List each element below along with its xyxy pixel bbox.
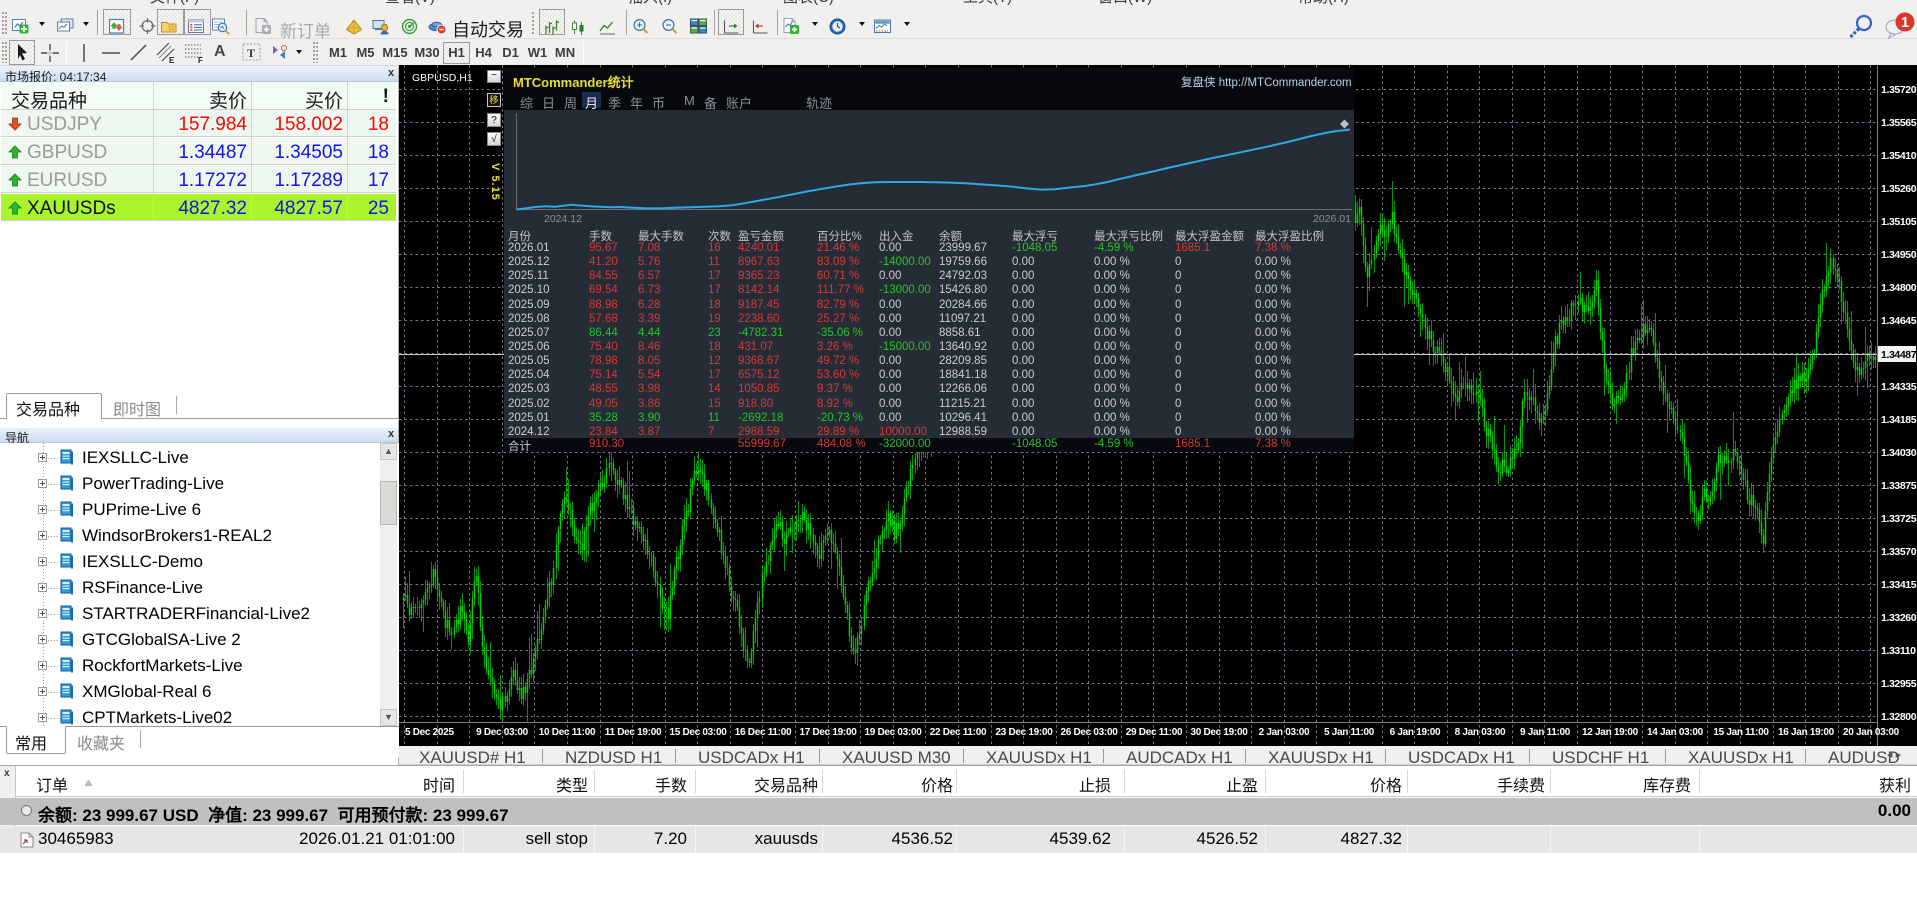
svg-text:1.34030: 1.34030 xyxy=(1881,447,1917,459)
svg-text:15 Dec 03:00: 15 Dec 03:00 xyxy=(669,727,727,738)
svg-text:1.32955: 1.32955 xyxy=(1881,678,1917,690)
svg-text:29 Dec 11:00: 29 Dec 11:00 xyxy=(1126,727,1183,738)
svg-text:E: E xyxy=(169,56,175,64)
svg-text:1.33415: 1.33415 xyxy=(1881,579,1917,591)
svg-text:1.34800: 1.34800 xyxy=(1881,282,1917,294)
svg-text:1.33110: 1.33110 xyxy=(1881,645,1916,657)
svg-text:1.34487: 1.34487 xyxy=(1881,349,1917,361)
svg-text:2 Jan 03:00: 2 Jan 03:00 xyxy=(1259,727,1310,738)
svg-text:1.33725: 1.33725 xyxy=(1881,513,1917,525)
svg-text:20 Jan 03:00: 20 Jan 03:00 xyxy=(1843,727,1900,738)
svg-text:T: T xyxy=(247,46,255,60)
svg-text:9 Jan 11:00: 9 Jan 11:00 xyxy=(1520,727,1571,738)
svg-text:30 Dec 19:00: 30 Dec 19:00 xyxy=(1190,727,1248,738)
svg-text:6 Jan 19:00: 6 Jan 19:00 xyxy=(1390,727,1441,738)
svg-text:1.33570: 1.33570 xyxy=(1881,546,1917,558)
svg-text:1.33260: 1.33260 xyxy=(1881,612,1917,624)
svg-text:1.35565: 1.35565 xyxy=(1881,117,1917,129)
svg-text:1.35720: 1.35720 xyxy=(1881,84,1917,96)
svg-text:22 Dec 11:00: 22 Dec 11:00 xyxy=(930,727,987,738)
svg-text:F: F xyxy=(198,56,203,64)
svg-text:12 Jan 19:00: 12 Jan 19:00 xyxy=(1582,727,1639,738)
svg-text:1.33875: 1.33875 xyxy=(1881,480,1917,492)
svg-text:1.32800: 1.32800 xyxy=(1881,711,1917,723)
svg-text:1.34185: 1.34185 xyxy=(1881,414,1917,426)
svg-text:1.35105: 1.35105 xyxy=(1881,216,1917,228)
svg-text:1.35410: 1.35410 xyxy=(1881,150,1917,162)
svg-text:5 Jan 11:00: 5 Jan 11:00 xyxy=(1324,727,1375,738)
svg-text:5 Dec 2025: 5 Dec 2025 xyxy=(405,727,454,738)
svg-text:17 Dec 19:00: 17 Dec 19:00 xyxy=(799,727,857,738)
svg-text:1.34335: 1.34335 xyxy=(1881,381,1917,393)
svg-text:1.35260: 1.35260 xyxy=(1881,183,1917,195)
svg-text:16 Dec 11:00: 16 Dec 11:00 xyxy=(735,727,792,738)
svg-text:9 Dec 03:00: 9 Dec 03:00 xyxy=(476,727,528,738)
svg-text:26 Dec 03:00: 26 Dec 03:00 xyxy=(1060,727,1118,738)
svg-text:1.34645: 1.34645 xyxy=(1881,315,1917,327)
svg-text:8 Jan 03:00: 8 Jan 03:00 xyxy=(1455,727,1506,738)
svg-text:1.34950: 1.34950 xyxy=(1881,249,1917,261)
svg-text:15 Jan 11:00: 15 Jan 11:00 xyxy=(1713,727,1769,738)
svg-text:23 Dec 19:00: 23 Dec 19:00 xyxy=(995,727,1053,738)
svg-text:14 Jan 03:00: 14 Jan 03:00 xyxy=(1647,727,1704,738)
svg-text:19 Dec 03:00: 19 Dec 03:00 xyxy=(864,727,922,738)
svg-text:1: 1 xyxy=(1901,15,1909,31)
svg-text:16 Jan 19:00: 16 Jan 19:00 xyxy=(1778,727,1835,738)
svg-text:11 Dec 19:00: 11 Dec 19:00 xyxy=(605,727,662,738)
svg-text:10 Dec 11:00: 10 Dec 11:00 xyxy=(539,727,596,738)
